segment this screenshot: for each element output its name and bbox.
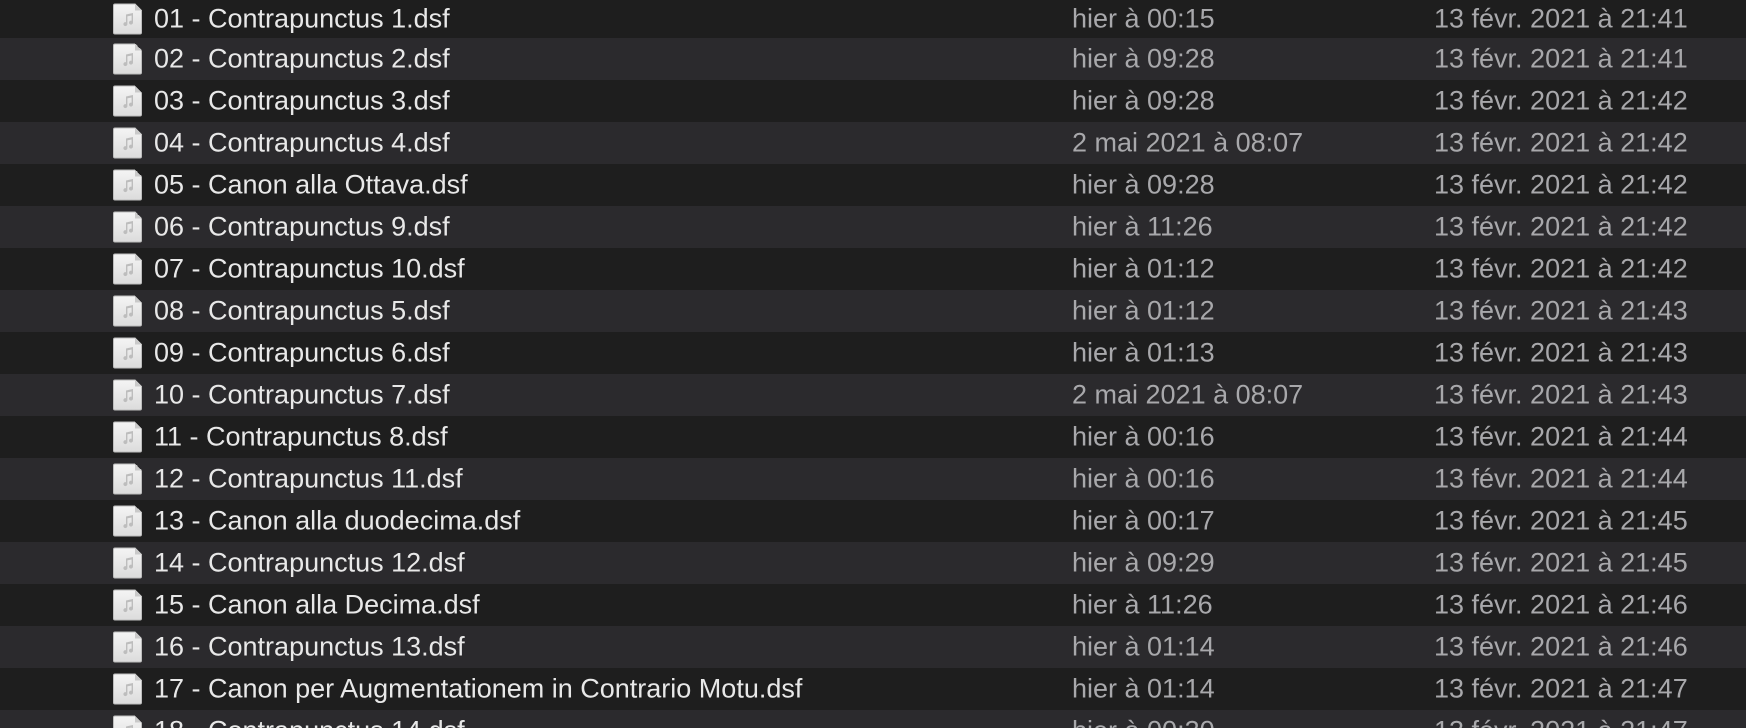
date-created: 13 févr. 2021 à 21:41 (1434, 3, 1688, 34)
audio-file-icon (113, 43, 142, 75)
file-name: 07 - Contrapunctus 10.dsf (154, 253, 465, 284)
file-name: 11 - Contrapunctus 8.dsf (154, 421, 448, 452)
file-row[interactable]: 01 - Contrapunctus 1.dsf hier à 00:15 13 f… (0, 0, 1746, 38)
date-modified: hier à 00:17 (1072, 505, 1215, 536)
date-created: 13 févr. 2021 à 21:45 (1434, 505, 1688, 536)
file-name: 17 - Canon per Augmentationem in Contrar… (154, 673, 803, 704)
date-created: 13 févr. 2021 à 21:43 (1434, 295, 1688, 326)
date-modified: hier à 01:14 (1072, 631, 1215, 662)
file-row[interactable]: 18 - Contrapunctus 14.dsf hier à 00:30 13 … (0, 710, 1746, 728)
file-name: 08 - Contrapunctus 5.dsf (154, 295, 450, 326)
file-row[interactable]: 14 - Contrapunctus 12.dsf hier à 09:29 13 … (0, 542, 1746, 584)
file-row[interactable]: 11 - Contrapunctus 8.dsf hier à 00:16 13 f… (0, 416, 1746, 458)
date-modified: hier à 09:28 (1072, 43, 1215, 74)
date-created: 13 févr. 2021 à 21:42 (1434, 253, 1688, 284)
date-modified: hier à 09:28 (1072, 85, 1215, 116)
file-row[interactable]: 15 - Canon alla Decima.dsf hier à 11:26 13… (0, 584, 1746, 626)
date-created: 13 févr. 2021 à 21:45 (1434, 547, 1688, 578)
date-created: 13 févr. 2021 à 21:42 (1434, 127, 1688, 158)
file-name: 15 - Canon alla Decima.dsf (154, 589, 480, 620)
audio-file-icon (113, 505, 142, 537)
date-created: 13 févr. 2021 à 21:46 (1434, 631, 1688, 662)
audio-file-icon (113, 85, 142, 117)
date-modified: hier à 11:26 (1072, 589, 1213, 620)
date-created: 13 févr. 2021 à 21:43 (1434, 337, 1688, 368)
file-row[interactable]: 02 - Contrapunctus 2.dsf hier à 09:28 13 f… (0, 38, 1746, 80)
date-created: 13 févr. 2021 à 21:42 (1434, 211, 1688, 242)
file-name: 01 - Contrapunctus 1.dsf (154, 3, 450, 34)
audio-file-icon (113, 421, 142, 453)
date-modified: hier à 11:26 (1072, 211, 1213, 242)
date-modified: hier à 00:16 (1072, 463, 1215, 494)
date-modified: hier à 00:15 (1072, 3, 1215, 34)
file-name: 03 - Contrapunctus 3.dsf (154, 85, 450, 116)
audio-file-icon (113, 211, 142, 243)
audio-file-icon (113, 3, 142, 35)
file-row[interactable]: 04 - Contrapunctus 4.dsf 2 mai 2021 à 08:… (0, 122, 1746, 164)
date-modified: hier à 01:12 (1072, 295, 1215, 326)
file-name: 18 - Contrapunctus 14.dsf (154, 716, 465, 728)
file-row[interactable]: 06 - Contrapunctus 9.dsf hier à 11:26 13 f… (0, 206, 1746, 248)
file-name: 04 - Contrapunctus 4.dsf (154, 127, 450, 158)
date-created: 13 févr. 2021 à 21:41 (1434, 43, 1688, 74)
date-modified: 2 mai 2021 à 08:07 (1072, 127, 1304, 158)
file-name: 10 - Contrapunctus 7.dsf (154, 379, 450, 410)
audio-file-icon (113, 127, 142, 159)
audio-file-icon (113, 169, 142, 201)
file-row[interactable]: 05 - Canon alla Ottava.dsf hier à 09:28 13… (0, 164, 1746, 206)
audio-file-icon (113, 715, 142, 728)
file-row[interactable]: 10 - Contrapunctus 7.dsf 2 mai 2021 à 08:… (0, 374, 1746, 416)
date-created: 13 févr. 2021 à 21:44 (1434, 463, 1688, 494)
date-modified: hier à 09:28 (1072, 169, 1215, 200)
audio-file-icon (113, 463, 142, 495)
file-name: 02 - Contrapunctus 2.dsf (154, 43, 450, 74)
file-name: 13 - Canon alla duodecima.dsf (154, 505, 521, 536)
date-created: 13 févr. 2021 à 21:43 (1434, 379, 1688, 410)
file-row[interactable]: 13 - Canon alla duodecima.dsf hier à 00:1… (0, 500, 1746, 542)
date-modified: hier à 09:29 (1072, 547, 1215, 578)
date-created: 13 févr. 2021 à 21:46 (1434, 589, 1688, 620)
file-name: 16 - Contrapunctus 13.dsf (154, 631, 465, 662)
file-row[interactable]: 12 - Contrapunctus 11.dsf hier à 00:16 13 … (0, 458, 1746, 500)
audio-file-icon (113, 295, 142, 327)
date-created: 13 févr. 2021 à 21:47 (1434, 716, 1688, 728)
file-name: 14 - Contrapunctus 12.dsf (154, 547, 465, 578)
audio-file-icon (113, 673, 142, 705)
audio-file-icon (113, 379, 142, 411)
file-name: 06 - Contrapunctus 9.dsf (154, 211, 450, 242)
file-row[interactable]: 08 - Contrapunctus 5.dsf hier à 01:12 13 f… (0, 290, 1746, 332)
file-row[interactable]: 03 - Contrapunctus 3.dsf hier à 09:28 13 f… (0, 80, 1746, 122)
audio-file-icon (113, 253, 142, 285)
audio-file-icon (113, 589, 142, 621)
file-name: 05 - Canon alla Ottava.dsf (154, 169, 468, 200)
audio-file-icon (113, 547, 142, 579)
date-created: 13 févr. 2021 à 21:42 (1434, 169, 1688, 200)
date-created: 13 févr. 2021 à 21:47 (1434, 673, 1688, 704)
date-modified: 2 mai 2021 à 08:07 (1072, 379, 1304, 410)
audio-file-icon (113, 631, 142, 663)
date-modified: hier à 01:13 (1072, 337, 1215, 368)
file-row[interactable]: 16 - Contrapunctus 13.dsf hier à 01:14 13 … (0, 626, 1746, 668)
file-name: 09 - Contrapunctus 6.dsf (154, 337, 450, 368)
file-row[interactable]: 09 - Contrapunctus 6.dsf hier à 01:13 13 f… (0, 332, 1746, 374)
file-row[interactable]: 07 - Contrapunctus 10.dsf hier à 01:12 13 … (0, 248, 1746, 290)
file-row[interactable]: 17 - Canon per Augmentationem in Contrar… (0, 668, 1746, 710)
date-modified: hier à 00:30 (1072, 716, 1215, 728)
date-created: 13 févr. 2021 à 21:44 (1434, 421, 1688, 452)
date-modified: hier à 00:16 (1072, 421, 1215, 452)
date-modified: hier à 01:14 (1072, 673, 1215, 704)
date-modified: hier à 01:12 (1072, 253, 1215, 284)
audio-file-icon (113, 337, 142, 369)
file-list: 01 - Contrapunctus 1.dsf hier à 00:15 13 f… (0, 0, 1746, 728)
date-created: 13 févr. 2021 à 21:42 (1434, 85, 1688, 116)
file-name: 12 - Contrapunctus 11.dsf (154, 463, 463, 494)
